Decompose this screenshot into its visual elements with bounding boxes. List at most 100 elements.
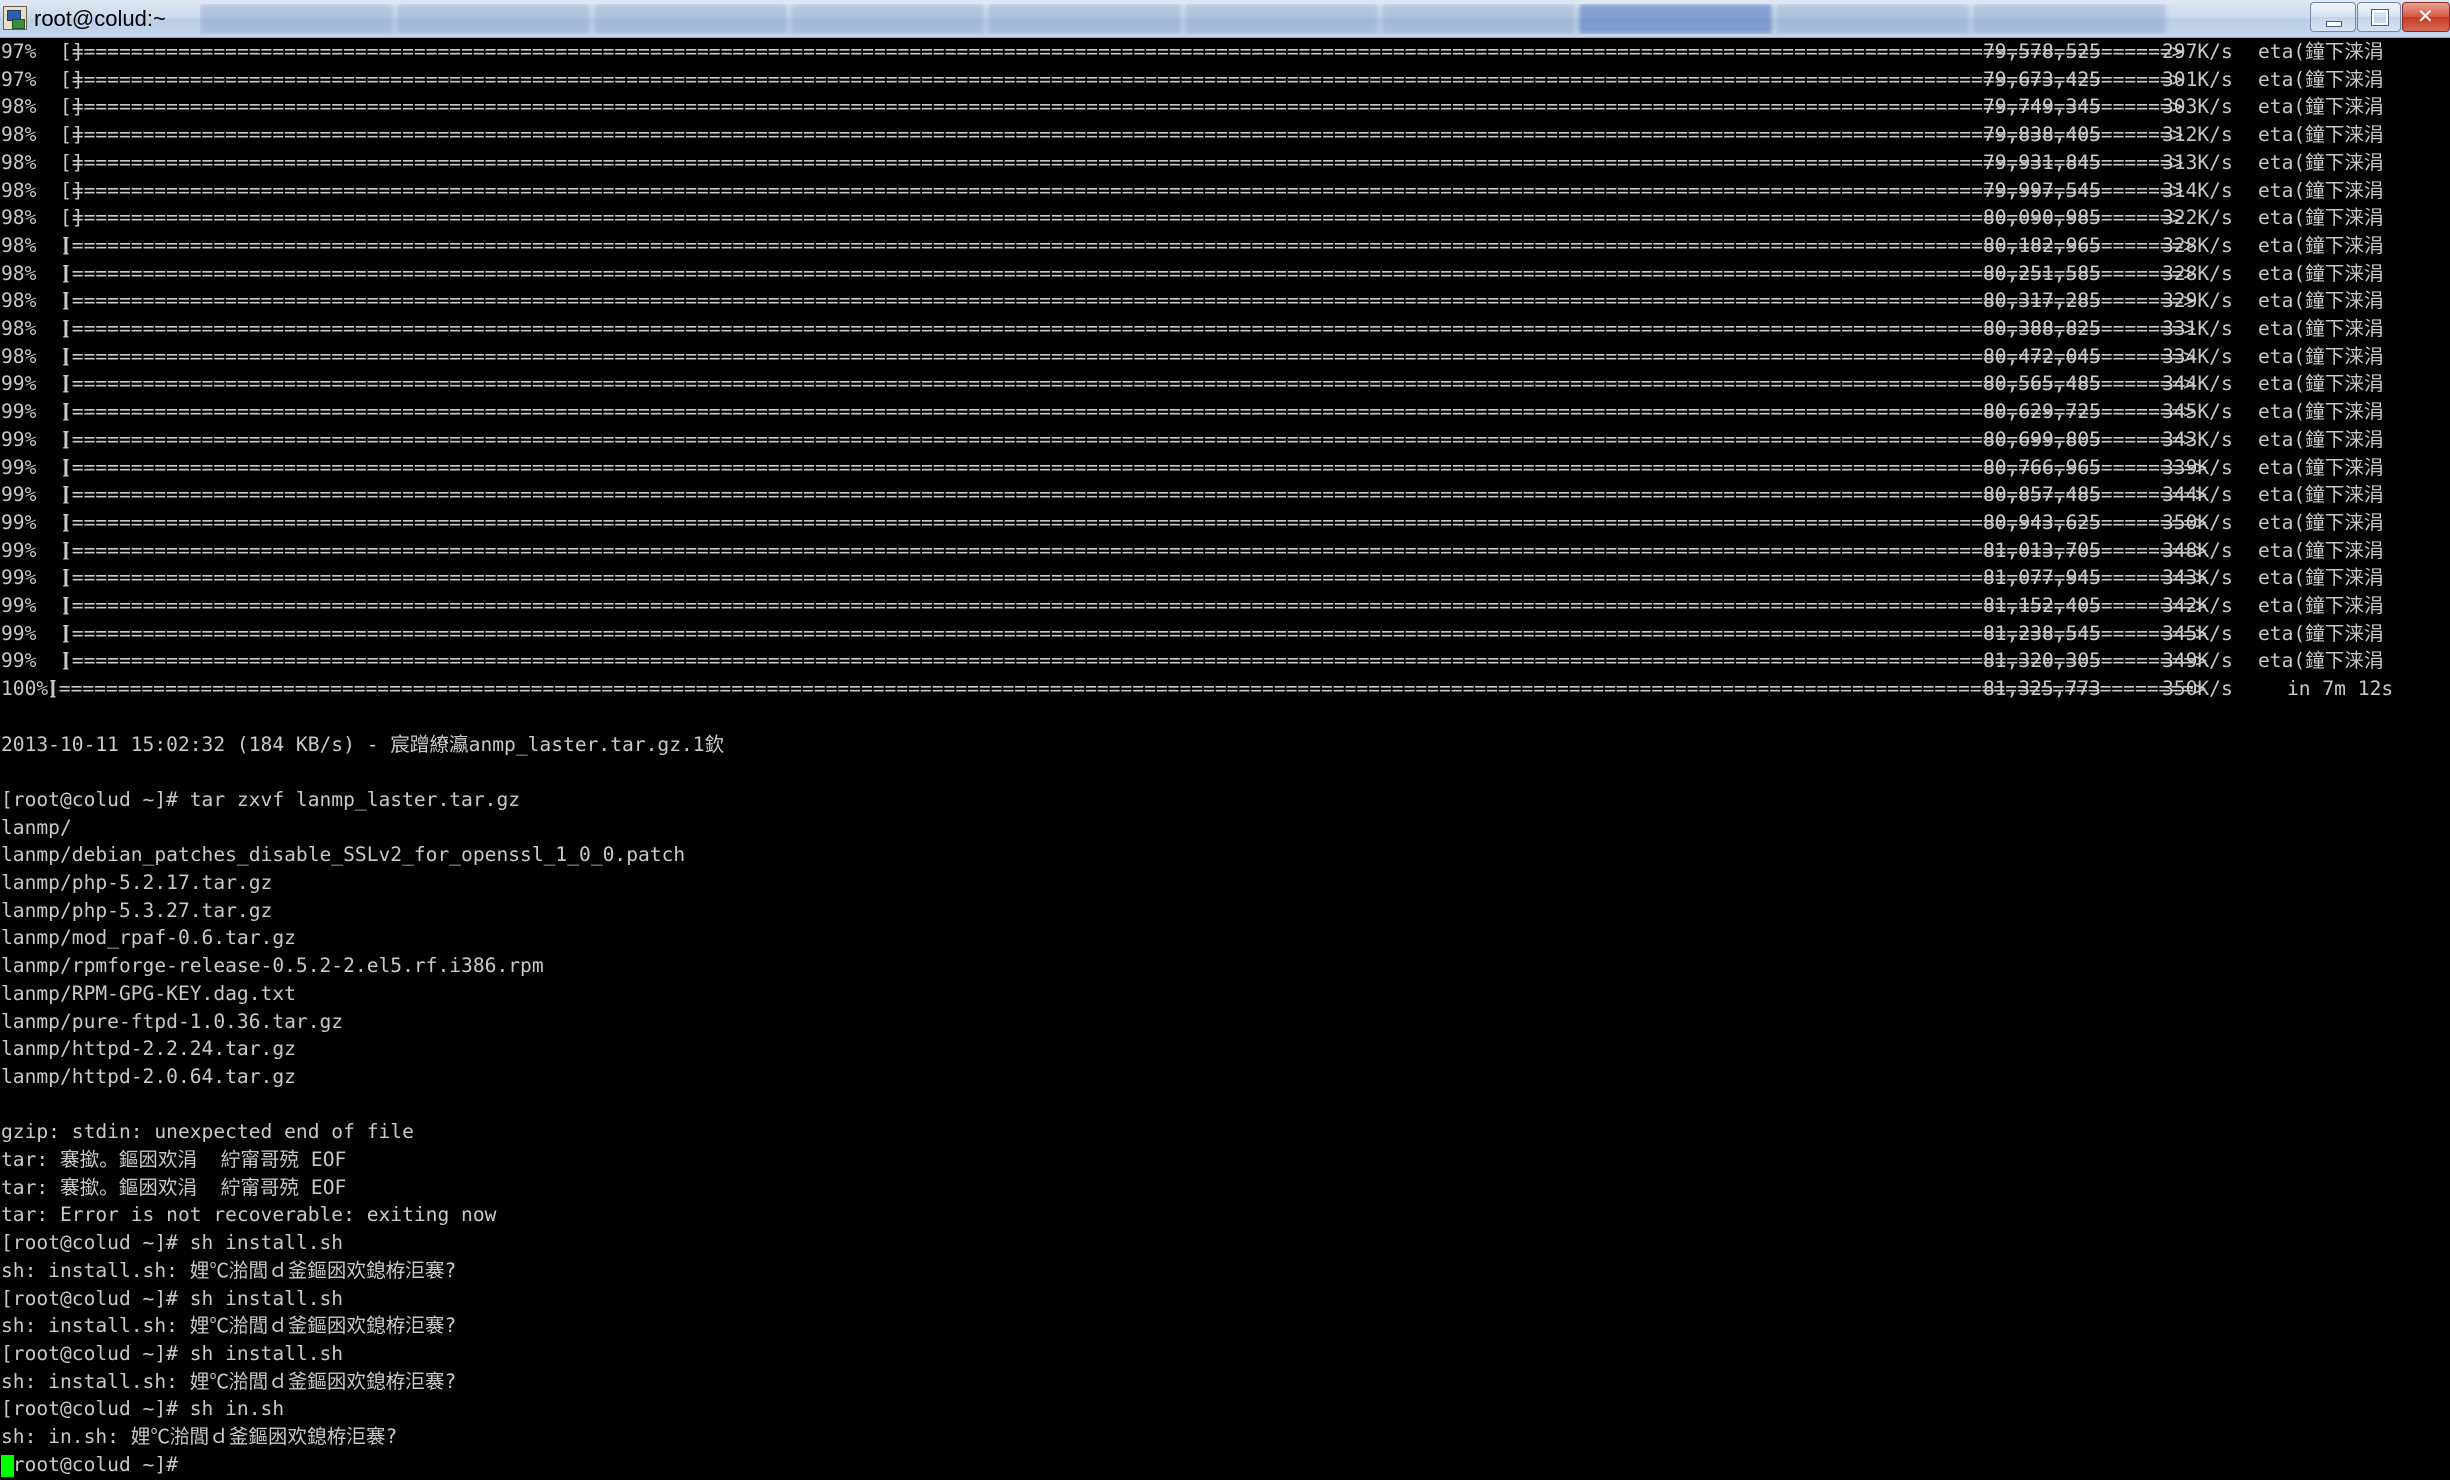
progress-row: 99% [====================================… xyxy=(0,370,2450,398)
progress-bar-end: ] xyxy=(60,40,84,63)
line-text: sh: install.sh: 娌℃湁閭ｄ釜鏂囦欢鎴栫洰褰? xyxy=(1,1314,457,1338)
bytes-downloaded: 80,317,285 xyxy=(1983,289,2101,313)
eta-text: eta(鐘下涞涓 xyxy=(2258,344,2384,368)
progress-bar: [=======================================… xyxy=(60,649,2207,673)
terminal-line: [root@colud ~]# xyxy=(0,1451,2450,1479)
eta-text: eta(鐘下涞涓 xyxy=(2258,372,2384,396)
progress-row: 98% [====================================… xyxy=(0,121,2450,149)
eta-text: eta(鐘下涞涓 xyxy=(2258,400,2384,424)
terminal-line: tar: 褰撳。鏂囦欢涓 紵甯哥殑 EOF xyxy=(0,1146,2450,1174)
terminal-line: [root@colud ~]# sh install.sh xyxy=(0,1229,2450,1257)
progress-row: 98% [====================================… xyxy=(0,93,2450,121)
progress-percent: 99% xyxy=(1,483,37,507)
bytes-downloaded: 80,182,965 xyxy=(1983,233,2101,257)
eta-text: eta(鐘下涞涓 xyxy=(2258,649,2384,673)
progress-percent: 100% xyxy=(1,677,49,701)
download-speed: 297K/s xyxy=(2162,40,2233,63)
line-text: sh: install.sh: 娌℃湁閭ｄ釜鏂囦欢鎴栫洰褰? xyxy=(1,1369,457,1393)
progress-row: 99% [====================================… xyxy=(0,564,2450,592)
line-text: lanmp/pure-ftpd-1.0.36.tar.gz xyxy=(1,1009,344,1033)
progress-row: 97% [====================================… xyxy=(0,66,2450,94)
progress-bar: [=======================================… xyxy=(60,150,2184,174)
eta-text: eta(鐘下涞涓 xyxy=(2258,594,2384,617)
progress-percent: 98% xyxy=(1,123,37,147)
progress-row: 98% [====================================… xyxy=(0,260,2450,288)
bytes-downloaded: 79,578,525 xyxy=(1983,40,2101,63)
terminal-line: lanmp/ xyxy=(0,814,2450,842)
maximize-button[interactable] xyxy=(2357,2,2401,32)
download-speed: 345K/s xyxy=(2162,400,2233,424)
window-titlebar[interactable]: root@colud:~ xyxy=(0,0,2450,38)
progress-bar: [=======================================… xyxy=(60,206,2184,230)
line-text: tar: 褰撳。鏂囦欢涓 紵甯哥殑 EOF xyxy=(1,1175,347,1199)
bytes-downloaded: 80,629,725 xyxy=(1983,400,2101,424)
download-speed: 349K/s xyxy=(2162,649,2233,673)
progress-percent: 99% xyxy=(1,455,37,479)
download-speed: 303K/s xyxy=(2162,95,2233,119)
line-text: 2013-10-11 15:02:32 (184 KB/s) - 宸蹭繚瀛anm… xyxy=(1,732,725,756)
progress-percent: 98% xyxy=(1,261,37,285)
progress-bar-end: ] xyxy=(60,649,72,673)
line-text: [root@colud ~]# sh in.sh xyxy=(1,1397,285,1421)
download-speed: 350K/s xyxy=(2162,510,2233,534)
eta-text: eta(鐘下涞涓 xyxy=(2258,206,2384,230)
terminal-line: lanmp/mod_rpaf-0.6.tar.gz xyxy=(0,924,2450,952)
putty-terminal-icon[interactable] xyxy=(3,6,27,30)
progress-bar-end: ] xyxy=(47,677,59,701)
download-speed: 322K/s xyxy=(2162,206,2233,230)
bytes-downloaded: 80,699,805 xyxy=(1983,427,2101,451)
terminal-line: sh: install.sh: 娌℃湁閭ｄ釜鏂囦欢鎴栫洰褰? xyxy=(0,1368,2450,1396)
progress-percent: 99% xyxy=(1,510,37,534)
progress-bar: [=======================================… xyxy=(60,40,2184,63)
bytes-downloaded: 81,152,405 xyxy=(1983,594,2101,617)
progress-row: 100% [===================================… xyxy=(0,675,2450,703)
download-speed: 343K/s xyxy=(2162,566,2233,590)
line-text: lanmp/httpd-2.2.24.tar.gz xyxy=(1,1037,296,1061)
line-text: lanmp/ xyxy=(1,815,72,839)
close-button[interactable] xyxy=(2402,2,2450,32)
progress-bar-end: ] xyxy=(60,594,72,617)
progress-percent: 98% xyxy=(1,206,37,230)
download-speed: 345K/s xyxy=(2162,621,2233,645)
eta-text: eta(鐘下涞涓 xyxy=(2258,178,2384,202)
progress-bar-end: ] xyxy=(60,621,72,645)
progress-bar-end: ] xyxy=(60,400,72,424)
download-speed: 342K/s xyxy=(2162,594,2233,617)
terminal-line: sh: install.sh: 娌℃湁閭ｄ釜鏂囦欢鎴栫洰褰? xyxy=(0,1257,2450,1285)
terminal-line: lanmp/httpd-2.2.24.tar.gz xyxy=(0,1035,2450,1063)
progress-percent: 98% xyxy=(1,344,37,368)
line-text: lanmp/mod_rpaf-0.6.tar.gz xyxy=(1,926,296,950)
progress-bar-end: ] xyxy=(60,150,84,174)
bytes-downloaded: 80,472,045 xyxy=(1983,344,2101,368)
progress-row: 99% [====================================… xyxy=(0,620,2450,648)
progress-bar: [=======================================… xyxy=(60,566,2207,590)
progress-bar: [=======================================… xyxy=(60,538,2207,562)
progress-bar-end: ] xyxy=(60,538,72,562)
bytes-downloaded: 81,320,305 xyxy=(1983,649,2101,673)
terminal-line: [root@colud ~]# sh install.sh xyxy=(0,1340,2450,1368)
progress-bar: [=======================================… xyxy=(60,400,2196,424)
progress-bar-end: ] xyxy=(60,483,72,507)
download-speed: 348K/s xyxy=(2162,538,2233,562)
bytes-downloaded: 81,013,705 xyxy=(1983,538,2101,562)
progress-row: 98% [====================================… xyxy=(0,177,2450,205)
terminal-line: tar: Error is not recoverable: exiting n… xyxy=(0,1201,2450,1229)
eta-text: eta(鐘下涞涓 xyxy=(2258,621,2384,645)
progress-percent: 99% xyxy=(1,566,37,590)
bytes-downloaded: 79,749,345 xyxy=(1983,95,2101,119)
background-window-tabs xyxy=(200,4,2280,34)
progress-row: 98% [====================================… xyxy=(0,343,2450,371)
bytes-downloaded: 81,325,773 xyxy=(1983,677,2101,701)
terminal-line: lanmp/php-5.3.27.tar.gz xyxy=(0,897,2450,925)
progress-percent: 98% xyxy=(1,150,37,174)
download-speed: 301K/s xyxy=(2162,67,2233,91)
progress-row: 99% [====================================… xyxy=(0,537,2450,565)
download-speed: 312K/s xyxy=(2162,123,2233,147)
minimize-button[interactable] xyxy=(2310,2,2356,32)
progress-row: 99% [====================================… xyxy=(0,426,2450,454)
terminal-line: tar: 褰撳。鏂囦欢涓 紵甯哥殑 EOF xyxy=(0,1174,2450,1202)
download-speed: 313K/s xyxy=(2162,150,2233,174)
terminal-output[interactable]: 97% [====================================… xyxy=(0,38,2450,1480)
